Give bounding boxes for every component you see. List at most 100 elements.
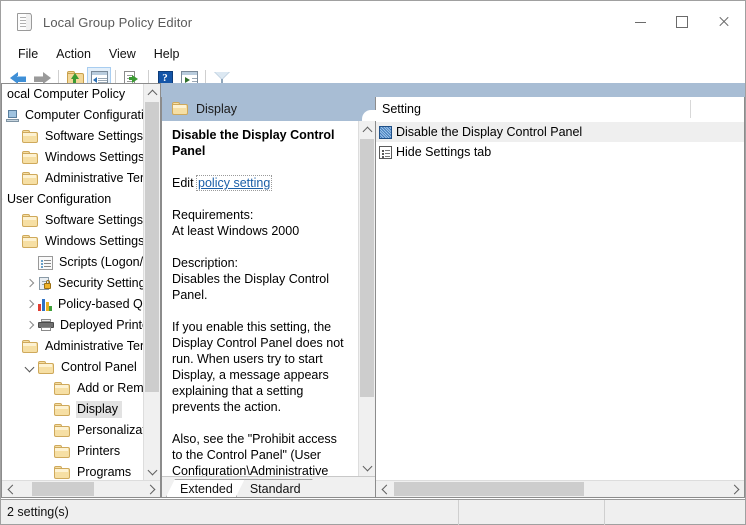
- tree-no-chevron: [38, 444, 54, 460]
- tree-scroll-down-button[interactable]: [144, 463, 160, 480]
- cell-setting: Disable the Display Control Panel: [376, 125, 694, 139]
- security-icon: [38, 276, 52, 291]
- requirements-label: Requirements:: [172, 208, 254, 222]
- tab-standard[interactable]: Standard: [236, 479, 313, 497]
- tree-item[interactable]: Control Panel: [2, 357, 143, 378]
- tree-item-label: Software Settings: [45, 129, 143, 143]
- tree-item-label: Computer Configuration: [25, 108, 143, 122]
- tree-hscroll-thumb[interactable]: [32, 482, 94, 496]
- folder-icon: [22, 150, 39, 165]
- tree-item-label: Software Settings: [45, 213, 143, 227]
- chevron-right-icon[interactable]: [2, 192, 6, 208]
- chevron-right-icon[interactable]: [22, 297, 38, 313]
- tree-item[interactable]: Scripts (Logon/L: [2, 252, 143, 273]
- tree-item[interactable]: Security Settings: [2, 273, 143, 294]
- tree-item[interactable]: ocal Computer Policy: [2, 84, 143, 105]
- policy-setting-selected-icon: [379, 125, 392, 139]
- detail-pane-header: Display: [162, 97, 376, 121]
- detail-pane-tabs: Extended Standard: [162, 476, 375, 497]
- menu-help[interactable]: Help: [145, 45, 189, 63]
- chevron-right-icon[interactable]: [22, 276, 38, 292]
- console-tree-pane: ocal Computer Policy Computer Configurati…: [1, 83, 161, 498]
- folder-icon: [22, 213, 39, 228]
- list-hscroll-thumb[interactable]: [394, 482, 584, 496]
- tree-item[interactable]: Windows Settings: [2, 231, 143, 252]
- tree-scroll-left-button[interactable]: [2, 481, 19, 497]
- content-area: Display Disable the Display Control Pane…: [161, 83, 745, 498]
- tree-horizontal-scrollbar[interactable]: [2, 480, 160, 497]
- tree-item-label: Deployed Printer: [60, 318, 143, 332]
- tree-item[interactable]: Add or Remo: [2, 378, 143, 399]
- tree-item[interactable]: Printers: [2, 441, 143, 462]
- tree-no-chevron: [6, 213, 22, 229]
- setting-name: Disable the Display Control Panel: [396, 125, 583, 139]
- tree-item-label: Control Panel: [61, 360, 137, 374]
- tree-item-label: Windows Settings: [45, 150, 143, 164]
- column-header-setting[interactable]: Setting: [376, 97, 691, 121]
- description-block: Description: Disables the Display Contro…: [172, 255, 349, 303]
- tree-item-label: Personalizatio: [77, 423, 143, 437]
- tree-vertical-scrollbar[interactable]: [143, 84, 160, 480]
- tree-item[interactable]: Administrative Templ: [2, 168, 143, 189]
- tree-item[interactable]: Computer Configuration: [2, 105, 143, 126]
- table-row[interactable]: Disable the Display Control PanelN: [376, 122, 744, 142]
- edit-prefix-label: Edit: [172, 176, 198, 190]
- detail-scroll-up-button[interactable]: [359, 121, 375, 138]
- folder-icon: [54, 423, 71, 438]
- detail-vertical-scrollbar[interactable]: [358, 121, 375, 476]
- panes: Display Disable the Display Control Pane…: [161, 97, 745, 498]
- tree-item[interactable]: User Configuration: [2, 189, 143, 210]
- table-row[interactable]: Hide Settings tabN: [376, 142, 744, 162]
- maximize-button[interactable]: [661, 1, 703, 43]
- detail-scroll-thumb[interactable]: [360, 139, 374, 397]
- list-scroll-left-button[interactable]: [376, 481, 393, 497]
- tree-item[interactable]: Personalizatio: [2, 420, 143, 441]
- tree-item[interactable]: Windows Settings: [2, 147, 143, 168]
- local-group-policy-editor-window: Local Group Policy Editor File Action Vi…: [0, 0, 746, 525]
- tree-item-label: Windows Settings: [45, 234, 143, 248]
- chevron-right-icon[interactable]: [22, 318, 38, 334]
- list-horizontal-scrollbar[interactable]: [376, 480, 744, 497]
- description-paragraph-2: Also, see the "Prohibit access to the Co…: [172, 432, 337, 476]
- detail-scroll-down-button[interactable]: [359, 459, 375, 476]
- tree-scroll-right-button[interactable]: [143, 481, 160, 497]
- tree-item[interactable]: Deployed Printer: [2, 315, 143, 336]
- tree-item-label: Security Settings: [58, 276, 143, 290]
- tab-extended[interactable]: Extended: [166, 479, 245, 497]
- tree-item[interactable]: Policy-based Qo: [2, 294, 143, 315]
- menu-action[interactable]: Action: [47, 45, 100, 63]
- folder-icon: [22, 171, 39, 186]
- edit-policy-line: Edit policy setting: [172, 175, 349, 191]
- minimize-button[interactable]: [619, 1, 661, 43]
- chevron-down-icon[interactable]: [22, 360, 38, 376]
- tree-no-chevron: [2, 87, 6, 103]
- window-controls: [619, 1, 745, 43]
- tree-item[interactable]: Administrative Templ: [2, 336, 143, 357]
- folder-icon: [172, 102, 189, 116]
- script-icon: [38, 255, 53, 270]
- tree-no-chevron: [6, 150, 22, 166]
- folder-icon: [22, 129, 39, 144]
- tree-item[interactable]: Software Settings: [2, 126, 143, 147]
- qos-icon: [38, 298, 52, 312]
- tree-item[interactable]: Programs: [2, 462, 143, 480]
- maximize-icon: [676, 16, 688, 28]
- menu-file[interactable]: File: [9, 45, 47, 63]
- menu-view[interactable]: View: [100, 45, 145, 63]
- requirements-block: Requirements: At least Windows 2000: [172, 207, 349, 239]
- tree-scroll-up-button[interactable]: [144, 84, 160, 101]
- tree-item-label: Programs: [77, 465, 132, 479]
- status-section-3: [604, 499, 745, 525]
- tree-no-chevron: [6, 171, 22, 187]
- column-header-state[interactable]: [691, 97, 744, 121]
- tree-item[interactable]: Software Settings: [2, 210, 143, 231]
- list-scroll-right-button[interactable]: [727, 481, 744, 497]
- tree-no-chevron: [38, 402, 54, 418]
- tree-item[interactable]: Display: [2, 399, 143, 420]
- settings-list-pane: Setting Disable the Display Control Pane…: [376, 97, 745, 498]
- close-button[interactable]: [703, 1, 745, 43]
- edit-policy-setting-link[interactable]: policy setting: [196, 175, 273, 191]
- tree-no-chevron: [22, 255, 38, 271]
- tree-scroll-thumb[interactable]: [145, 102, 159, 392]
- cell-setting: Hide Settings tab: [376, 145, 694, 159]
